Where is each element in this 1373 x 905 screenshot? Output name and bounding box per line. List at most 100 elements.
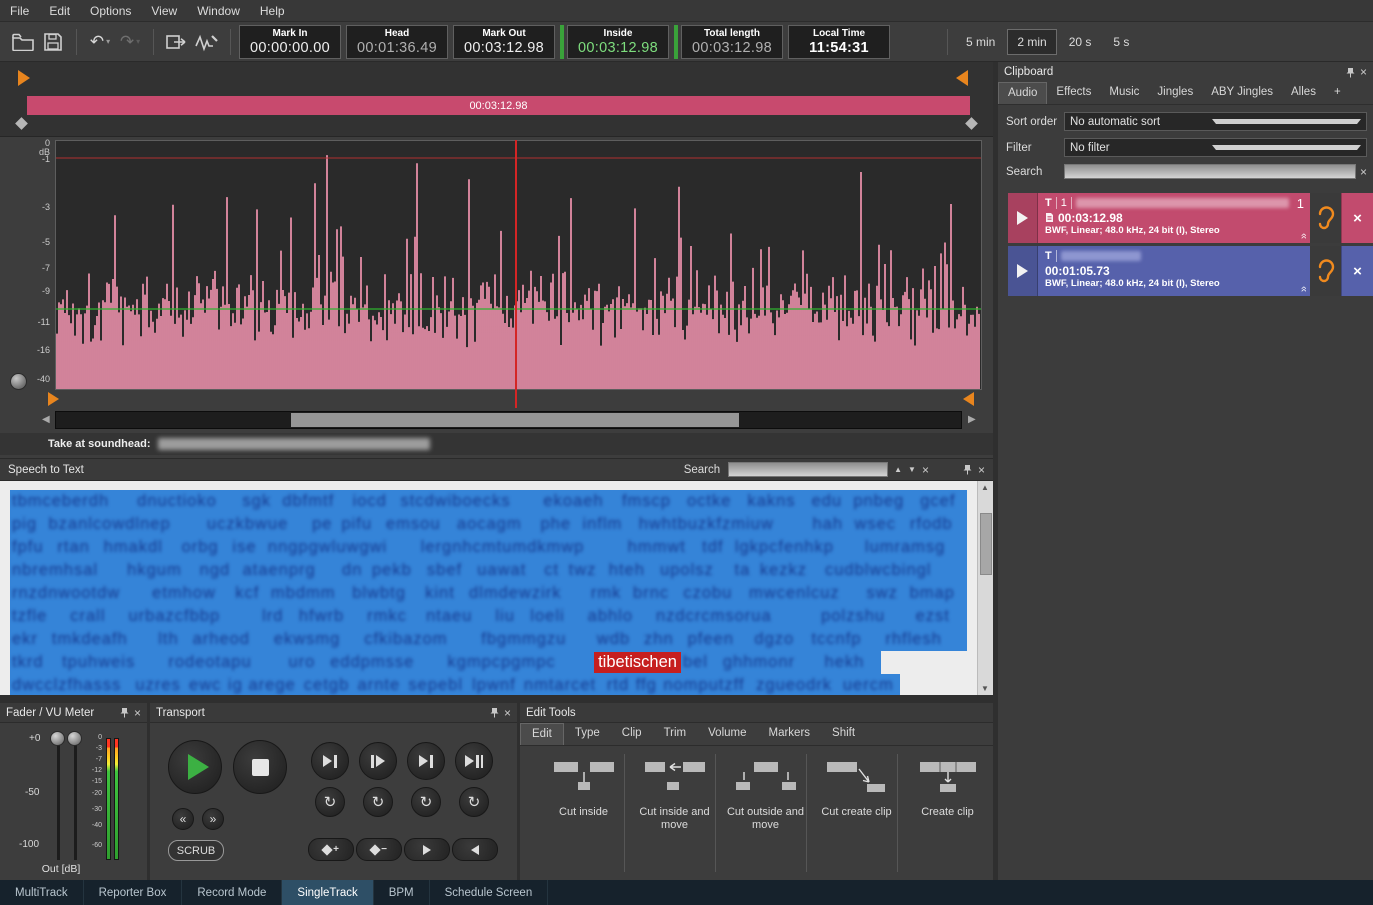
cut-inside-and-move-button[interactable]: Cut inside and move xyxy=(629,746,720,879)
region-handle-left-icon[interactable] xyxy=(15,117,28,130)
search-clear-icon[interactable]: × xyxy=(1360,166,1367,178)
loop-3-button[interactable]: ↻ xyxy=(411,787,441,817)
zoom-2min-button[interactable]: 2 min xyxy=(1007,29,1056,55)
transcript-word[interactable]: cudblwcbingl xyxy=(823,561,967,580)
transcript-word[interactable]: tkrd xyxy=(10,653,60,672)
fader-knob-left[interactable] xyxy=(50,731,65,746)
stop-button[interactable] xyxy=(233,740,287,794)
transcript-word[interactable]: arheod xyxy=(191,630,272,649)
close-icon[interactable]: × xyxy=(134,707,141,719)
transcript-word[interactable]: rodeotapu xyxy=(166,653,286,672)
transcript-word[interactable]: bel xyxy=(681,653,721,672)
screen-singletrack[interactable]: SingleTrack xyxy=(282,880,373,905)
transcript-word[interactable]: pfeen xyxy=(686,630,753,649)
transcript-word[interactable]: pekb xyxy=(370,561,425,580)
transcript-word[interactable]: rfodb xyxy=(908,515,967,534)
tab-volume[interactable]: Volume xyxy=(697,723,757,745)
save-button[interactable] xyxy=(38,27,68,57)
transcript-word[interactable]: lergnhcmtumdkmwp xyxy=(419,538,626,557)
transcript-word[interactable]: kcf xyxy=(233,584,269,603)
transcript-word[interactable]: ffg xyxy=(634,676,662,695)
transcript-word[interactable]: sbef xyxy=(425,561,475,580)
transcript-word[interactable]: hfwrb xyxy=(297,607,365,626)
transcript-word[interactable]: uczkbwue xyxy=(205,515,310,534)
region-handle-right-icon[interactable] xyxy=(965,117,978,130)
transcript-word[interactable]: sepebl xyxy=(406,676,470,695)
tab-shift[interactable]: Shift xyxy=(821,723,866,745)
transcript-line[interactable]: rnzdnwootdwetmhowkcfmbdmmblwbtgkintdlmde… xyxy=(10,582,967,605)
item-remove-button[interactable]: × xyxy=(1341,193,1373,243)
open-button[interactable] xyxy=(8,27,38,57)
transcript-word[interactable]: czobu xyxy=(681,584,747,603)
transcript-line[interactable]: nbremhsalhkgumngdataenprgdnpekbsbefuawat… xyxy=(10,559,967,582)
transcript-word[interactable]: ezst xyxy=(914,607,967,626)
zoom-5min-button[interactable]: 5 min xyxy=(956,29,1005,55)
highlighted-word[interactable]: tibetischen xyxy=(594,652,681,673)
transcript-word[interactable]: ntaeu xyxy=(424,607,493,626)
transcript-word[interactable]: uercm xyxy=(841,676,900,695)
zoom-5s-button[interactable]: 5 s xyxy=(1103,29,1139,55)
transcript-word[interactable]: ig xyxy=(226,676,247,695)
transcript-word[interactable]: mbdmm xyxy=(269,584,350,603)
transcript-word[interactable]: crall xyxy=(68,607,126,626)
transcript-word[interactable]: ataenprg xyxy=(241,561,340,580)
transcript-word[interactable]: wdb xyxy=(595,630,642,649)
screen-multitrack[interactable]: MultiTrack xyxy=(0,880,84,905)
transcript-word[interactable]: lgkpcfenhkp xyxy=(733,538,863,557)
transcript-word[interactable]: tmkdeafh xyxy=(50,630,156,649)
tab-jingles[interactable]: Jingles xyxy=(1148,82,1202,104)
menu-window[interactable]: Window xyxy=(187,1,250,21)
transcript-word[interactable]: wsec xyxy=(852,515,908,534)
transcript-word[interactable]: sgk xyxy=(240,492,280,511)
transcript-word[interactable]: orbg xyxy=(180,538,231,557)
transcript-line[interactable]: ekrtmkdeafhltharheodekwsmgcfkibazomfbgmm… xyxy=(10,628,967,651)
collapse-icon[interactable]: » xyxy=(1298,286,1310,292)
undo-button[interactable]: ↶▾ xyxy=(85,27,115,57)
transcript-word[interactable]: rtan xyxy=(55,538,101,557)
transcript-word[interactable]: gcef xyxy=(918,492,967,511)
pin-icon[interactable] xyxy=(1346,67,1355,78)
transcript-word[interactable]: hmmwt xyxy=(626,538,700,557)
transcript-word[interactable]: inflm xyxy=(580,515,636,534)
transfer-take-button[interactable] xyxy=(162,27,192,57)
transcript-word[interactable]: hekh xyxy=(823,653,881,672)
transcript-word[interactable]: abhlo xyxy=(586,607,654,626)
mark-out-marker-icon[interactable] xyxy=(956,70,968,86)
filter-select[interactable]: No filter xyxy=(1064,138,1367,157)
search-clear-icon[interactable]: × xyxy=(922,464,929,476)
transcript-word[interactable]: dgzo xyxy=(752,630,809,649)
fader-track-right[interactable] xyxy=(74,738,77,860)
transcript-word[interactable]: ngd xyxy=(198,561,241,580)
hscroll-track[interactable] xyxy=(55,411,962,429)
transcript-word[interactable]: pig xyxy=(10,515,46,534)
menu-edit[interactable]: Edit xyxy=(39,1,80,21)
transcript-word[interactable]: edu xyxy=(810,492,852,511)
tab-clip[interactable]: Clip xyxy=(611,723,653,745)
sort-order-select[interactable]: No automatic sort xyxy=(1064,112,1367,131)
transcript-word[interactable]: rnzdnwootdw xyxy=(10,584,150,603)
transcript-word[interactable]: upolsz xyxy=(658,561,732,580)
transcript-word[interactable]: tzfle xyxy=(10,607,68,626)
transcript-word[interactable]: ekwsmg xyxy=(272,630,362,649)
transcript-word[interactable]: kint xyxy=(423,584,467,603)
marker-delete-button[interactable]: − xyxy=(356,838,402,861)
transcript-word[interactable]: pifu xyxy=(339,515,384,534)
gain-knob[interactable] xyxy=(10,373,27,390)
cut-outside-and-move-button[interactable]: Cut outside and move xyxy=(720,746,811,879)
mark-in-bottom-marker-icon[interactable] xyxy=(48,392,59,406)
transcript-word[interactable]: nngpgwluwgwi xyxy=(266,538,419,557)
mark-out-bottom-marker-icon[interactable] xyxy=(963,392,974,406)
loop-2-button[interactable]: ↻ xyxy=(363,787,393,817)
stt-vscrollbar[interactable]: ▲ ▼ xyxy=(977,481,993,695)
transcript-word[interactable]: octke xyxy=(685,492,745,511)
transcript-word[interactable]: fmscp xyxy=(620,492,685,511)
transcript-word[interactable]: dlmdewzirk xyxy=(467,584,589,603)
transcript-word[interactable]: hteh xyxy=(607,561,658,580)
transcript-word[interactable]: tccnfp xyxy=(809,630,883,649)
transcript-word[interactable]: ise xyxy=(230,538,265,557)
transcript-line[interactable]: fpfurtanhmakdlorbgisenngpgwluwgwilergnhc… xyxy=(10,536,967,559)
transcript-line[interactable]: tbmceberdhdnuctiokosgkdbfmtfiocdstcdwibo… xyxy=(10,490,967,513)
menu-file[interactable]: File xyxy=(0,1,39,21)
scroll-right-icon[interactable]: ▶ xyxy=(968,414,976,425)
transcript-word[interactable]: bzanlcowdlnep xyxy=(46,515,204,534)
